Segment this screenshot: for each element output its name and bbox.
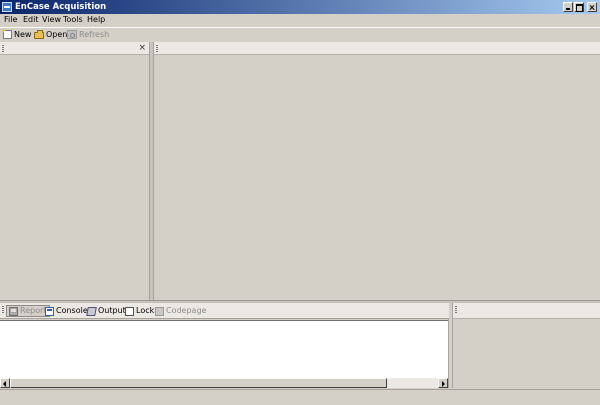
lock-checkbox-icon[interactable] bbox=[125, 306, 134, 316]
open-button-label: Open bbox=[46, 30, 68, 39]
tab-output-label: Output bbox=[98, 306, 126, 315]
status-bar bbox=[0, 389, 600, 405]
main-pane-header bbox=[154, 42, 600, 55]
refresh-button-label: Refresh bbox=[79, 30, 110, 39]
bottom-content-area[interactable] bbox=[0, 320, 448, 378]
menu-view[interactable]: View bbox=[42, 14, 61, 26]
main-pane bbox=[153, 42, 600, 300]
tab-codepage-label: Codepage bbox=[166, 306, 207, 315]
refresh-icon bbox=[67, 30, 77, 39]
tab-console[interactable]: Console bbox=[43, 305, 90, 317]
title-bar[interactable]: EnCase Acquisition bbox=[0, 0, 600, 14]
report-icon bbox=[9, 306, 18, 316]
menu-bar: File Edit View Tools Help bbox=[0, 14, 600, 26]
tab-output[interactable]: Output bbox=[85, 305, 128, 317]
codepage-checkbox-icon[interactable] bbox=[155, 306, 164, 316]
open-button[interactable]: Open bbox=[34, 29, 67, 40]
left-pane: × bbox=[0, 42, 150, 300]
refresh-button[interactable]: Refresh bbox=[67, 29, 109, 40]
scroll-right-icon[interactable] bbox=[438, 378, 448, 388]
tab-lock[interactable]: Lock bbox=[123, 305, 156, 317]
new-button-label: New bbox=[14, 30, 32, 39]
new-button[interactable]: New bbox=[3, 29, 31, 40]
tab-lock-label: Lock bbox=[136, 306, 155, 315]
maximize-icon[interactable] bbox=[574, 2, 584, 12]
output-icon bbox=[86, 306, 97, 316]
menu-file[interactable]: File bbox=[4, 14, 17, 26]
new-document-icon bbox=[3, 30, 12, 39]
scroll-left-icon[interactable] bbox=[0, 378, 10, 388]
encase-app-icon[interactable] bbox=[2, 2, 12, 12]
close-icon[interactable] bbox=[587, 2, 597, 12]
menu-help[interactable]: Help bbox=[87, 14, 105, 26]
main-pane-grip[interactable] bbox=[156, 45, 158, 52]
menu-edit[interactable]: Edit bbox=[23, 14, 39, 26]
bottom-right-pane-header bbox=[453, 303, 600, 319]
bottom-right-pane-grip[interactable] bbox=[455, 306, 457, 313]
left-pane-grip[interactable] bbox=[2, 45, 4, 52]
bottom-tab-strip: Report Console Output Lock Codepage bbox=[0, 303, 449, 319]
minimize-icon[interactable] bbox=[563, 2, 573, 12]
bottom-right-pane bbox=[452, 303, 600, 388]
left-pane-close-icon[interactable]: × bbox=[138, 42, 146, 54]
horizontal-scrollbar[interactable] bbox=[0, 378, 448, 388]
menu-tools[interactable]: Tools bbox=[63, 14, 83, 26]
tab-console-label: Console bbox=[56, 306, 88, 315]
tab-codepage[interactable]: Codepage bbox=[153, 305, 208, 317]
open-folder-icon bbox=[34, 30, 44, 39]
window-title: EnCase Acquisition bbox=[15, 2, 107, 12]
bottom-pane-grip[interactable] bbox=[2, 306, 4, 313]
console-icon bbox=[45, 306, 54, 316]
toolbar: New Open Refresh bbox=[0, 27, 600, 40]
left-pane-header: × bbox=[0, 42, 149, 55]
scrollbar-thumb[interactable] bbox=[10, 378, 387, 388]
bottom-pane: Report Console Output Lock Codepage bbox=[0, 303, 449, 388]
